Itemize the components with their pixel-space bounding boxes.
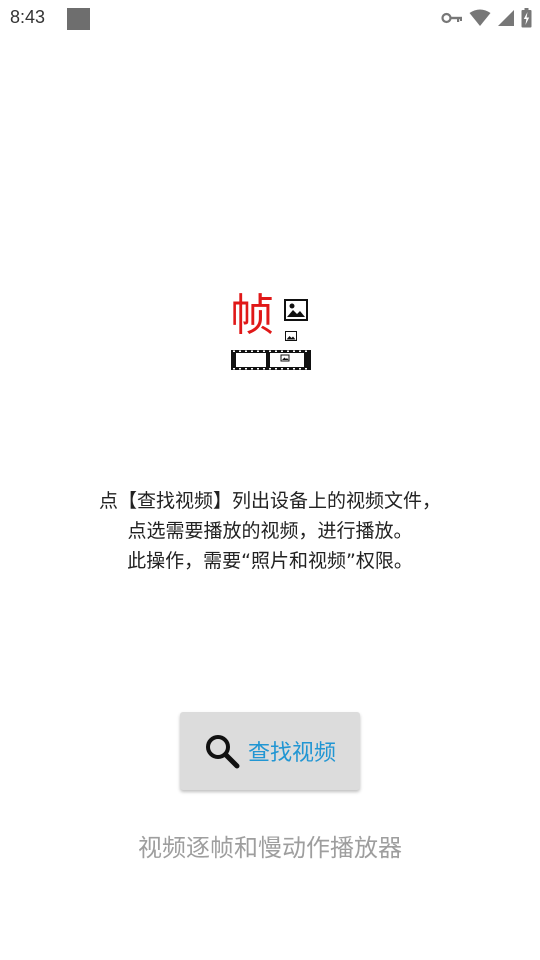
app-logo: 帧 (230, 292, 312, 372)
instruction-line-1: 点【查找视频】列出设备上的视频文件，点选需要播放的视频，进行播放。 (98, 490, 441, 542)
app-subtitle: 视频逐帧和慢动作播放器 (138, 834, 402, 862)
status-time: 8:43 (10, 7, 46, 27)
photo-icon-large (284, 299, 308, 321)
logo-char: 帧 (230, 290, 274, 341)
notification-icon (67, 8, 90, 30)
find-videos-label: 查找视频 (247, 741, 336, 766)
find-videos-button[interactable]: 查找视频 (180, 712, 360, 790)
film-strip-icon (231, 350, 311, 370)
status-bar: 8:43 (0, 0, 540, 38)
wifi-icon (469, 9, 491, 27)
cell-signal-icon (497, 9, 515, 27)
instruction-line-2: 此操作，需要“照片和视频”权限。 (127, 550, 413, 572)
photo-icon-small (285, 331, 297, 341)
vpn-key-icon (441, 11, 463, 25)
search-icon (205, 735, 240, 769)
status-icons (441, 7, 532, 29)
instruction-text: 点【查找视频】列出设备上的视频文件，点选需要播放的视频，进行播放。 此操作，需要… (95, 486, 445, 576)
battery-charging-icon (521, 8, 532, 28)
